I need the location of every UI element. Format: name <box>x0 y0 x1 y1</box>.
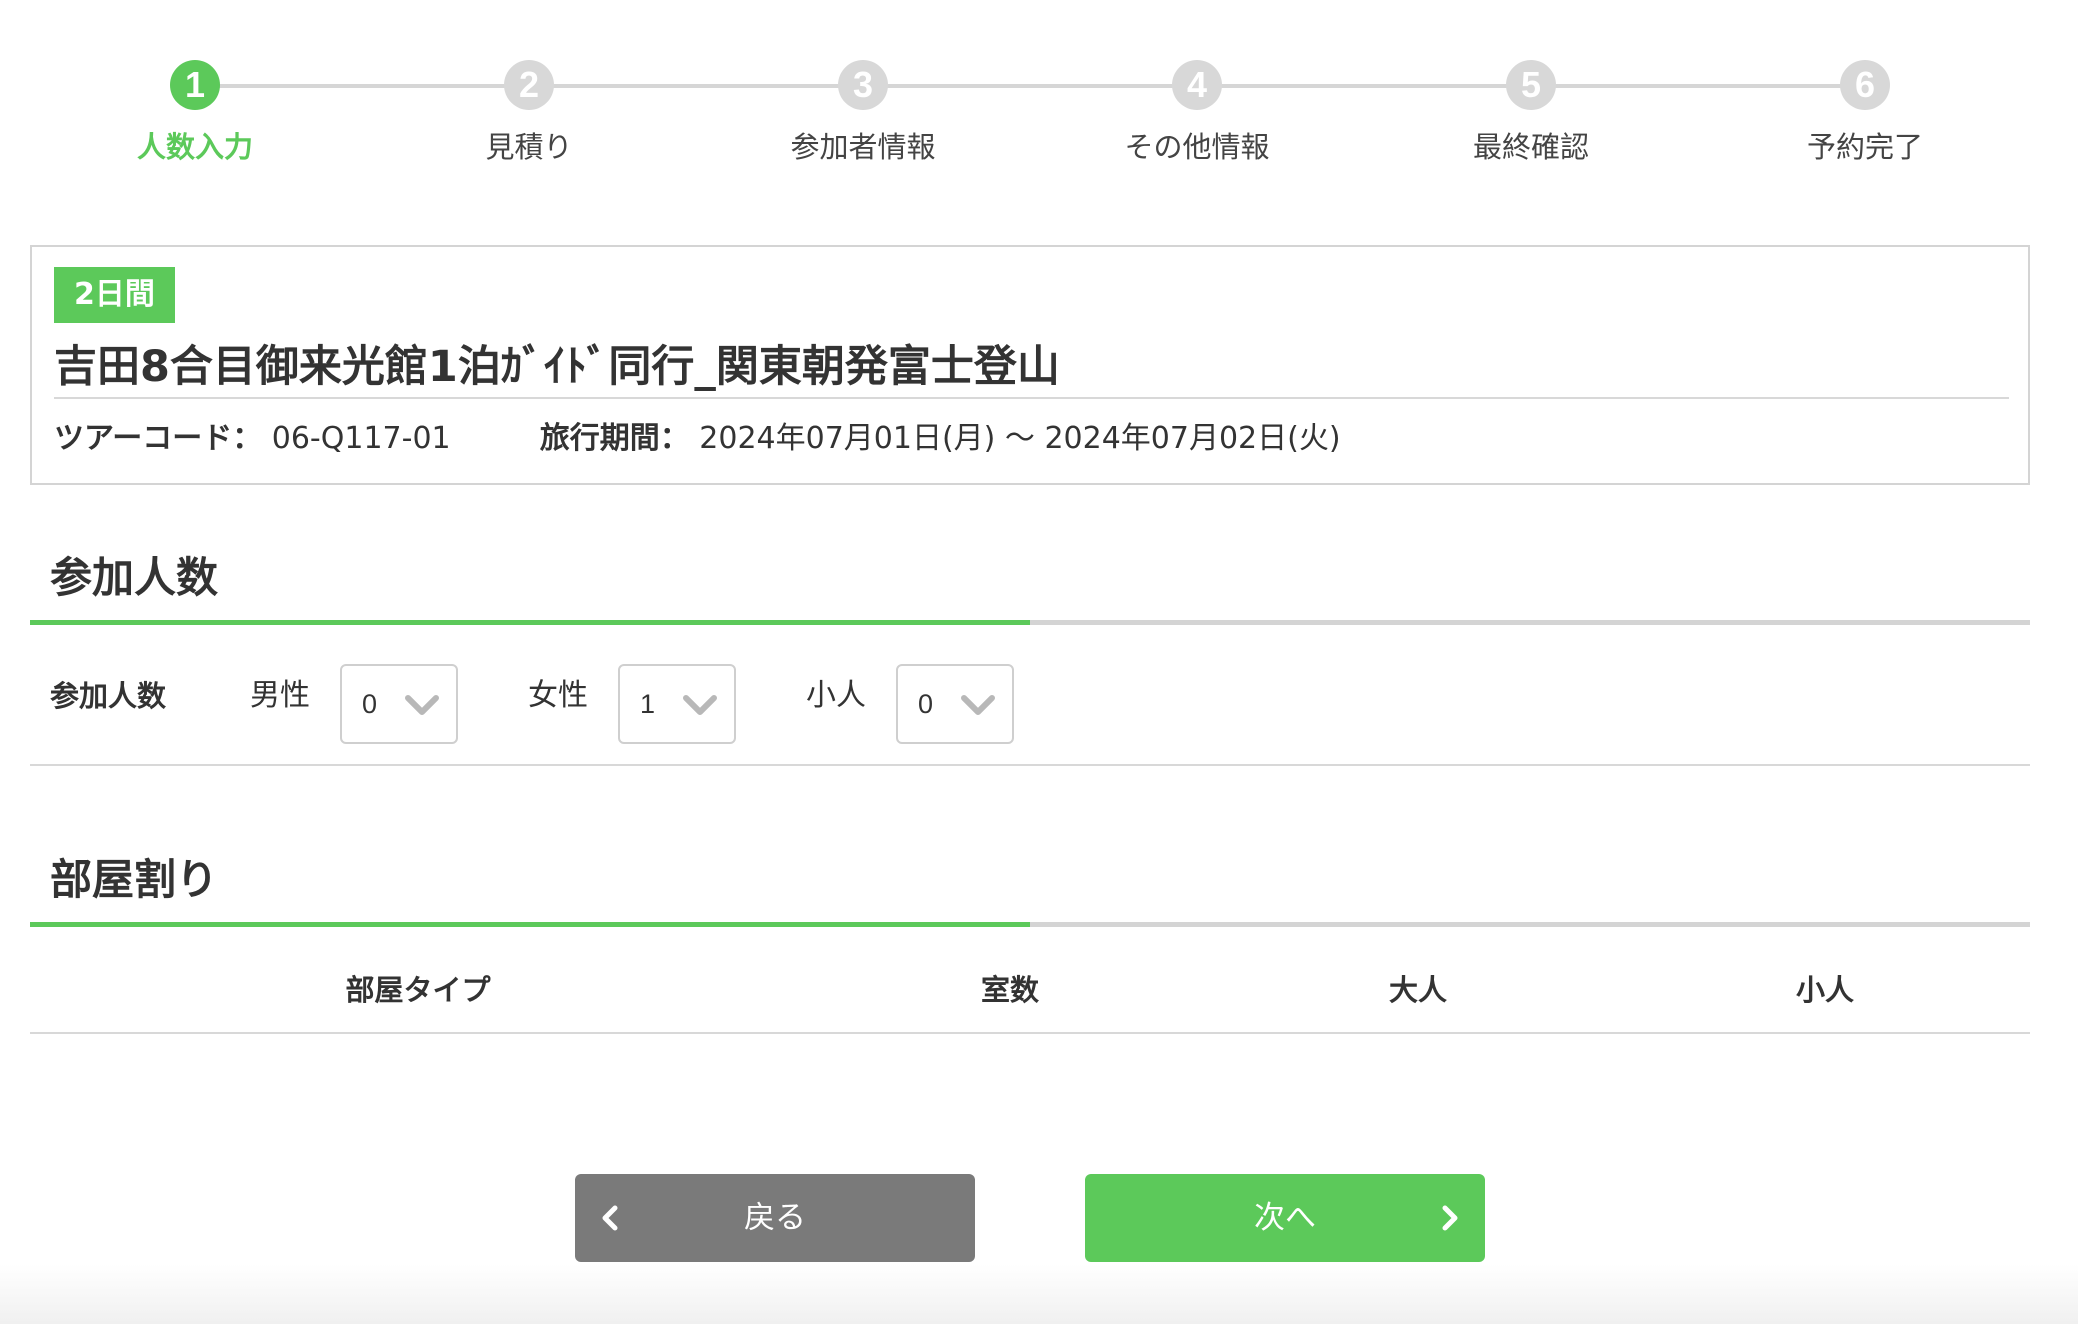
participants-section-title: 参加人数 <box>50 553 219 602</box>
room-count-column-header: 室数 <box>980 973 1040 1007</box>
section-rule-accent <box>30 922 1030 927</box>
participants-row: 参加人数 男性 0 女性 1 小人 0 <box>30 630 2030 766</box>
female-count-value: 1 <box>640 689 656 719</box>
step-label: その他情報 <box>1124 130 1270 164</box>
male-count-value: 0 <box>362 689 378 719</box>
step-number-circle: 4 <box>1172 60 1222 110</box>
step-number-circle: 6 <box>1840 60 1890 110</box>
next-button-label: 次へ <box>1254 1200 1316 1236</box>
step-number-circle: 1 <box>170 60 220 110</box>
female-label: 女性 <box>528 678 588 713</box>
back-button[interactable]: 戻る <box>575 1174 975 1262</box>
room-type-column-header: 部屋タイプ <box>345 973 491 1007</box>
room-table-header: 部屋タイプ 室数 大人 小人 <box>30 948 2030 1034</box>
page-bottom-fade <box>0 1264 2078 1324</box>
step-label: 最終確認 <box>1472 130 1589 164</box>
child-count-value: 0 <box>918 689 934 719</box>
tour-summary-card: 2日間 吉田8合目御来光館1泊ｶﾞｲﾄﾞ同行_関東朝発富士登山 ツアーコード： … <box>30 245 2030 485</box>
step-number-circle: 3 <box>838 60 888 110</box>
progress-stepper: 1 人数入力 2 見積り 3 参加者情報 4 その他情報 5 最終確認 6 予約… <box>0 0 2078 180</box>
step-number-circle: 5 <box>1506 60 1556 110</box>
chevron-right-icon <box>1442 1205 1458 1231</box>
male-count-select[interactable]: 0 <box>340 664 458 744</box>
step-6: 6 予約完了 <box>1715 60 2015 166</box>
participants-section-rule <box>30 620 2030 625</box>
chevron-down-icon <box>683 695 717 715</box>
back-button-label: 戻る <box>744 1200 806 1236</box>
chevron-down-icon <box>405 695 439 715</box>
chevron-down-icon <box>961 695 995 715</box>
adult-column-header: 大人 <box>1388 973 1448 1007</box>
child-label: 小人 <box>806 678 866 713</box>
male-label: 男性 <box>250 678 310 713</box>
rooms-section-title: 部屋割り <box>50 855 219 904</box>
step-number-circle: 2 <box>504 60 554 110</box>
step-5: 5 最終確認 <box>1381 60 1681 166</box>
booking-page: 1 人数入力 2 見積り 3 参加者情報 4 その他情報 5 最終確認 6 予約… <box>0 0 2078 1324</box>
step-2: 2 見積り <box>379 60 679 166</box>
female-count-select[interactable]: 1 <box>618 664 736 744</box>
tour-meta: ツアーコード： 06-Q117-01 旅行期間： 2024年07月01日(月) … <box>54 419 1341 459</box>
participants-row-label: 参加人数 <box>50 679 167 713</box>
tour-code-label: ツアーコード： <box>54 421 263 456</box>
step-1: 1 人数入力 <box>45 60 345 166</box>
tour-code-value: 06-Q117-01 <box>271 421 451 456</box>
travel-period-label: 旅行期間： <box>539 421 690 456</box>
section-rule-accent <box>30 620 1030 625</box>
tour-title: 吉田8合目御来光館1泊ｶﾞｲﾄﾞ同行_関東朝発富士登山 <box>54 342 1060 392</box>
step-label: 見積り <box>485 130 573 164</box>
tour-divider <box>54 397 2009 399</box>
step-label: 人数入力 <box>136 130 253 164</box>
duration-badge: 2日間 <box>54 267 175 323</box>
next-button[interactable]: 次へ <box>1085 1174 1485 1262</box>
step-4: 4 その他情報 <box>1047 60 1347 166</box>
travel-period-value: 2024年07月01日(月) 〜 2024年07月02日(火) <box>699 421 1341 456</box>
child-count-select[interactable]: 0 <box>896 664 1014 744</box>
child-column-header: 小人 <box>1795 973 1855 1007</box>
rooms-section-rule <box>30 922 2030 927</box>
step-3: 3 参加者情報 <box>713 60 1013 166</box>
step-label: 参加者情報 <box>790 130 936 164</box>
step-label: 予約完了 <box>1806 130 1923 164</box>
